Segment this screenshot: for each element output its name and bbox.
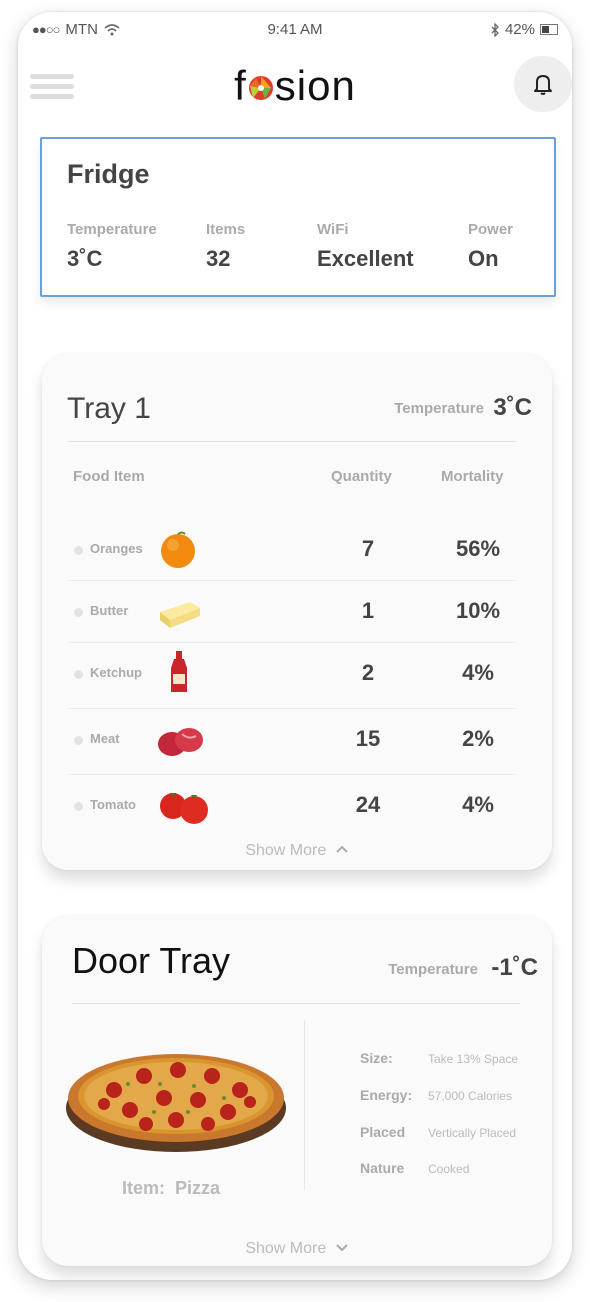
tomato-icon: [160, 793, 208, 824]
table-row[interactable]: Oranges 7 56%: [68, 518, 516, 581]
fridge-title: Fridge: [67, 159, 150, 189]
fridge-summary-card[interactable]: Fridge Temperature 3˚C Items 32 WiFi Exc…: [40, 137, 556, 297]
food-name: Tomato: [90, 797, 136, 812]
butter-icon: [160, 602, 200, 628]
table-row[interactable]: Butter 1 10%: [68, 580, 516, 643]
chevron-up-icon: [335, 845, 348, 853]
show-more-label: Show More: [245, 842, 327, 859]
quantity-value: 24: [355, 792, 381, 817]
row-bullet: [74, 802, 83, 811]
tray-title: Tray 1: [67, 392, 151, 425]
battery-percent: 42%: [504, 21, 535, 38]
logo-mark-icon: [248, 76, 273, 100]
chevron-down-icon: [335, 1244, 348, 1252]
door-tray-temperature-value: -1˚C: [491, 954, 538, 981]
door-tray-title: Door Tray: [72, 940, 231, 981]
ketchup-icon: [171, 651, 187, 692]
logo-text-end: sion: [274, 62, 356, 109]
spec-value: Vertically Placed: [428, 1126, 517, 1140]
food-name: Ketchup: [90, 665, 142, 680]
fusion-logo: f sion: [18, 62, 572, 110]
spec-key: Placed: [360, 1124, 406, 1140]
spec-key: Energy:: [360, 1087, 413, 1103]
column-header-quantity: Quantity: [331, 468, 392, 485]
tray-temperature-value: 3˚C: [493, 394, 532, 421]
stat-label: Temperature: [67, 221, 157, 238]
column-header-food-item: Food Item: [73, 468, 145, 485]
row-bullet: [74, 736, 83, 745]
stat-value: 3˚C: [67, 246, 103, 271]
orange-icon: [161, 531, 195, 568]
door-item-label: Item: Pizza: [122, 1178, 220, 1199]
column-header-mortality: Mortality: [441, 468, 504, 485]
door-show-more-button[interactable]: Show More: [42, 1240, 552, 1258]
stat-items: Items 32: [206, 221, 245, 272]
row-bullet: [74, 608, 83, 617]
spec-key: Nature: [360, 1160, 405, 1176]
row-bullet: [74, 546, 83, 555]
status-right: 42%: [491, 21, 558, 38]
mortality-value: 2%: [462, 726, 494, 751]
show-more-button[interactable]: Show More: [42, 842, 552, 860]
spec-value: Cooked: [428, 1162, 470, 1176]
vertical-divider: [304, 1020, 305, 1190]
pizza-image: [66, 1054, 286, 1152]
quantity-value: 15: [355, 726, 381, 751]
food-name: Oranges: [90, 541, 143, 556]
stat-wifi: WiFi Excellent: [317, 221, 414, 272]
stat-power: Power On: [468, 221, 513, 272]
bell-icon: [534, 75, 552, 95]
divider: [72, 1003, 520, 1004]
stat-value: On: [468, 246, 499, 271]
battery-icon: [540, 24, 558, 35]
stat-value: Excellent: [317, 246, 414, 271]
spec-value: Take 13% Space: [428, 1052, 519, 1066]
food-name: Meat: [90, 731, 120, 746]
quantity-value: 1: [361, 598, 375, 623]
mortality-value: 10%: [455, 598, 501, 623]
status-time: 9:41 AM: [267, 21, 323, 38]
food-name: Butter: [90, 603, 129, 618]
divider: [68, 441, 516, 442]
item-value: Pizza: [175, 1178, 221, 1198]
stat-label: WiFi: [317, 221, 349, 238]
show-more-label: Show More: [245, 1240, 327, 1257]
stat-label: Power: [468, 221, 514, 238]
logo-text-start: f: [234, 62, 247, 109]
quantity-value: 7: [361, 536, 375, 561]
stat-temperature: Temperature 3˚C: [67, 221, 157, 272]
table-row[interactable]: Meat 15 2%: [68, 708, 516, 775]
mortality-value: 56%: [455, 536, 501, 561]
mortality-value: 4%: [462, 792, 494, 817]
spec-value: 57,000 Calories: [428, 1089, 513, 1103]
table-row[interactable]: Tomato 24 4%: [68, 774, 516, 838]
tray-temperature-label: Temperature: [394, 400, 484, 417]
tray-card: Tray 1 Temperature 3˚C Food Item Quantit…: [42, 354, 552, 870]
status-bar: ●●○○ MTN 9:41 AM 42%: [18, 12, 572, 46]
bluetooth-icon: [491, 22, 499, 37]
meat-icon: [158, 728, 203, 756]
phone-screen: ●●○○ MTN 9:41 AM 42% f sion Fridge Tempe…: [18, 12, 572, 1280]
mortality-value: 4%: [462, 660, 494, 685]
item-key: Item:: [122, 1178, 166, 1198]
door-tray-card: Door Tray Temperature -1˚C Item: Pizza S…: [42, 916, 552, 1266]
stat-value: 32: [206, 246, 231, 271]
notifications-button[interactable]: [514, 56, 572, 112]
spec-key: Size:: [360, 1050, 393, 1066]
stat-label: Items: [206, 221, 246, 238]
table-row[interactable]: Ketchup 2 4%: [68, 642, 516, 709]
row-bullet: [74, 670, 83, 679]
quantity-value: 2: [361, 660, 375, 685]
door-tray-temperature-label: Temperature: [388, 961, 478, 978]
